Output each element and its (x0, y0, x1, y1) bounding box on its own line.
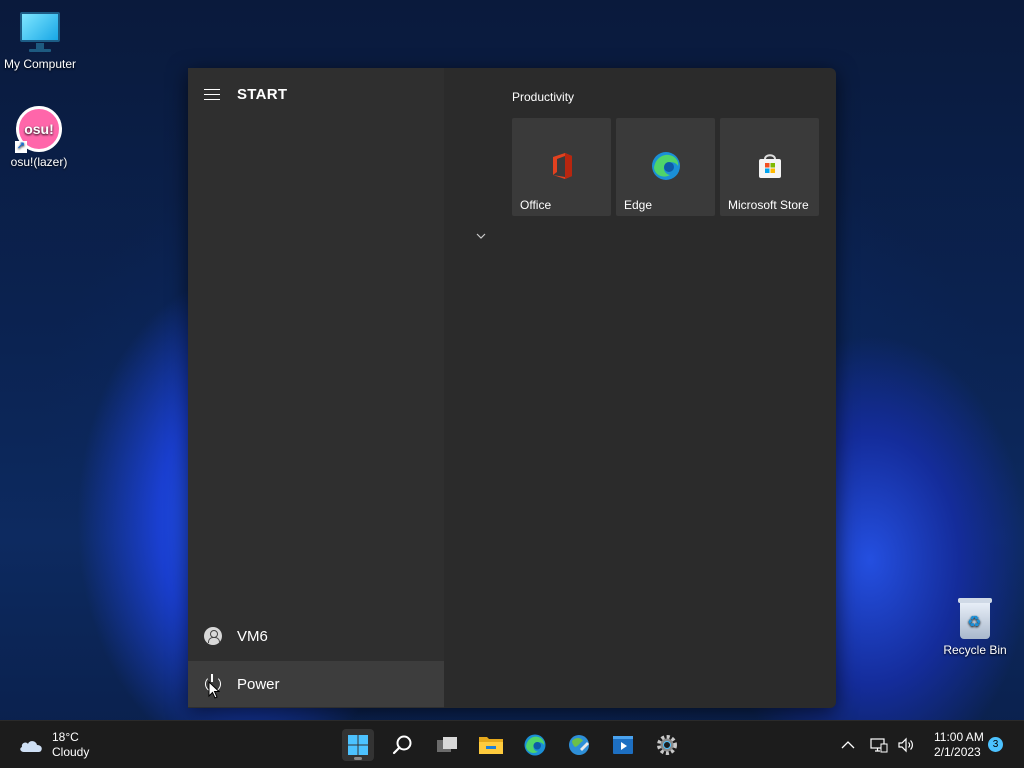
weather-widget[interactable]: 18°C Cloudy (18, 730, 89, 760)
power-button[interactable]: Power (188, 661, 444, 707)
start-title: START (237, 86, 288, 103)
notification-badge[interactable]: 3 (988, 737, 1003, 752)
power-label: Power (237, 675, 280, 693)
start-header: START (204, 86, 287, 103)
settings-button[interactable] (651, 729, 683, 761)
edge-icon (652, 152, 680, 180)
task-view-button[interactable] (431, 729, 463, 761)
search-button[interactable] (387, 729, 419, 761)
network-button[interactable] (868, 729, 890, 761)
osu-badge-text: osu! (24, 121, 54, 137)
network-icon (870, 738, 888, 753)
hamburger-menu-icon[interactable] (204, 88, 220, 101)
volume-button[interactable] (894, 729, 918, 761)
settings-icon (657, 735, 677, 755)
desktop-icon-my-computer[interactable]: My Computer (0, 10, 80, 71)
user-account-item[interactable]: VM6 (188, 613, 444, 659)
edge-icon (524, 734, 546, 756)
tile-office[interactable]: Office (512, 118, 611, 216)
clock[interactable]: 11:00 AM 2/1/2023 (934, 730, 984, 760)
desktop-icon-label: Recycle Bin (943, 643, 1007, 657)
desktop-icon-label: My Computer (3, 57, 77, 71)
shortcut-arrow-icon: ↗ (15, 141, 27, 153)
media-player-icon (613, 736, 633, 754)
desktop-icon-recycle-bin[interactable]: ♻ Recycle Bin (935, 598, 1015, 657)
taskbar: 18°C Cloudy 11:00 AM 2/1/2023 3 (0, 720, 1024, 768)
cloud-icon (20, 741, 42, 752)
recycle-bin-icon: ♻ (957, 598, 993, 640)
chevron-down-icon[interactable] (476, 233, 486, 239)
store-icon (759, 154, 781, 178)
tile-microsoft-store[interactable]: Microsoft Store (720, 118, 819, 216)
weather-temp: 18°C (52, 730, 79, 744)
start-icon (348, 735, 368, 755)
clock-time: 11:00 AM (934, 730, 984, 744)
volume-icon (898, 737, 913, 753)
desktop-icon-osu[interactable]: osu! ↗ osu!(lazer) (0, 106, 79, 169)
start-menu-sidebar: START VM6 Power (188, 68, 444, 708)
edge-taskbar-button[interactable] (519, 729, 551, 761)
start-button[interactable] (342, 729, 374, 761)
osu-icon: osu! ↗ (15, 106, 62, 153)
search-icon (392, 735, 412, 755)
control-panel-button[interactable] (563, 729, 595, 761)
weather-condition: Cloudy (52, 745, 90, 759)
tile-label: Edge (624, 198, 653, 212)
show-hidden-icons-button[interactable] (838, 729, 858, 761)
user-account-label: VM6 (237, 627, 268, 645)
mouse-cursor-icon (208, 681, 220, 699)
media-player-button[interactable] (607, 729, 639, 761)
file-explorer-button[interactable] (475, 729, 507, 761)
active-indicator (354, 757, 362, 760)
start-menu: START VM6 Power Productivity Office Edge (188, 68, 836, 708)
clock-date: 2/1/2023 (934, 745, 981, 759)
control-panel-icon (569, 735, 589, 755)
office-icon (553, 153, 572, 179)
tile-group-label: Productivity (512, 90, 575, 104)
file-explorer-icon (479, 737, 503, 754)
chevron-up-icon (841, 741, 855, 749)
computer-icon (18, 10, 62, 54)
tile-edge[interactable]: Edge (616, 118, 715, 216)
desktop-icon-label: osu!(lazer) (10, 155, 68, 169)
user-icon (204, 627, 222, 645)
task-view-icon (437, 737, 457, 752)
tile-label: Office (520, 198, 552, 212)
tile-label: Microsoft Store (728, 198, 809, 212)
